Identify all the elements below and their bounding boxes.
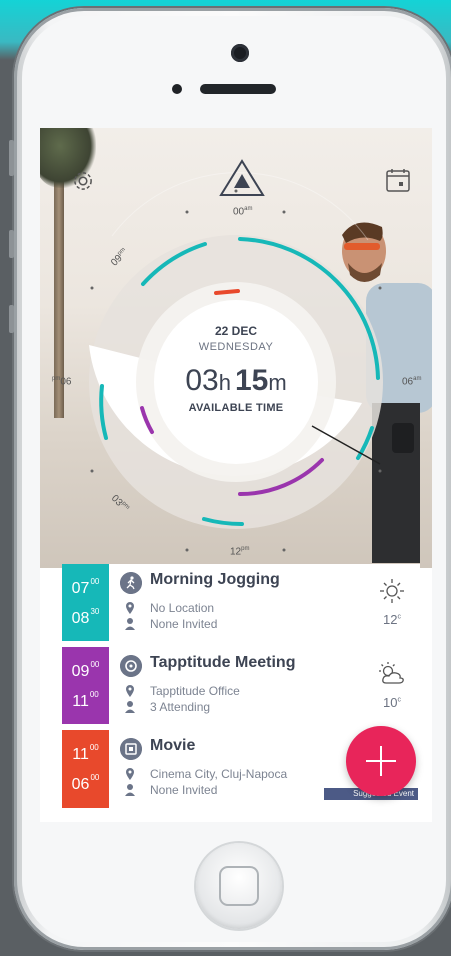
movie-icon: [120, 738, 142, 760]
earpiece-speaker: [200, 84, 276, 94]
event-start-time: 0700: [71, 577, 100, 597]
event-temperature: 10c: [383, 695, 401, 710]
hour-label-left: pm06: [52, 376, 72, 388]
volume-up-button: [9, 230, 14, 258]
home-button-square: [219, 866, 259, 906]
event-attendees: None Invited: [150, 617, 218, 631]
event-location: No Location: [150, 601, 215, 615]
hour-label-bottom: 12pm: [230, 546, 250, 558]
hours-unit: h: [218, 370, 231, 395]
triangle-logo-icon[interactable]: [218, 158, 266, 198]
hour-label-right: 06am: [402, 376, 422, 388]
available-time-label: AVAILABLE TIME: [188, 402, 284, 414]
plus-icon: [366, 746, 396, 776]
home-button[interactable]: [196, 843, 282, 929]
event-start-time: 1100: [72, 743, 99, 763]
calendar-icon[interactable]: [384, 166, 412, 194]
partly-cloudy-icon: [379, 662, 404, 684]
app-screen: 22 DEC WEDNESDAY 03h 15m AVAILABLE TIME 0…: [40, 128, 432, 822]
mute-switch: [9, 140, 14, 176]
event-end-time: 1100: [72, 690, 99, 710]
person-icon: [125, 701, 135, 713]
event-end-time: 0830: [71, 607, 100, 627]
hours-value: 03: [185, 364, 219, 397]
event-location: Cinema City, Cluj-Napoca: [150, 767, 288, 781]
location-pin-icon: [126, 685, 134, 697]
location-pin-icon: [126, 768, 134, 780]
minutes-unit: m: [268, 370, 287, 395]
sun-icon: [380, 579, 404, 603]
location-pin-icon: [126, 602, 134, 614]
event-location: Tapptitude Office: [150, 684, 240, 698]
add-event-button[interactable]: [346, 726, 416, 796]
proximity-sensor: [172, 84, 182, 94]
event-card-morning-jogging[interactable]: 0700 0830 Morning Jogging No Location No…: [62, 564, 420, 641]
event-start-time: 0900: [71, 660, 100, 680]
person-icon: [125, 618, 135, 630]
dial-weekday: WEDNESDAY: [198, 341, 274, 353]
event-title: Movie: [150, 737, 196, 754]
available-time: 03h 15m: [160, 364, 312, 398]
volume-down-button: [9, 305, 14, 333]
event-end-time: 0600: [71, 773, 100, 793]
dial-date: 22 DEC: [214, 324, 258, 338]
front-camera: [231, 44, 249, 62]
event-attendees: 3 Attending: [150, 700, 211, 714]
gear-icon[interactable]: [70, 168, 96, 194]
hour-label-top: 00am: [233, 206, 253, 218]
meeting-icon: [120, 655, 142, 677]
event-time-block: 0700 0830: [62, 564, 109, 641]
event-title: Morning Jogging: [150, 571, 280, 588]
person-icon: [125, 784, 135, 796]
minutes-value: 15: [234, 364, 269, 397]
running-icon: [120, 572, 142, 594]
event-temperature: 12c: [383, 612, 401, 627]
event-attendees: None Invited: [150, 783, 218, 797]
event-time-block: 0900 1100: [62, 647, 109, 724]
event-title: Tapptitude Meeting: [150, 654, 296, 671]
event-card-tapptitude-meeting[interactable]: 0900 1100 Tapptitude Meeting Tapptitude …: [62, 647, 420, 724]
event-time-block: 1100 0600: [62, 730, 109, 808]
